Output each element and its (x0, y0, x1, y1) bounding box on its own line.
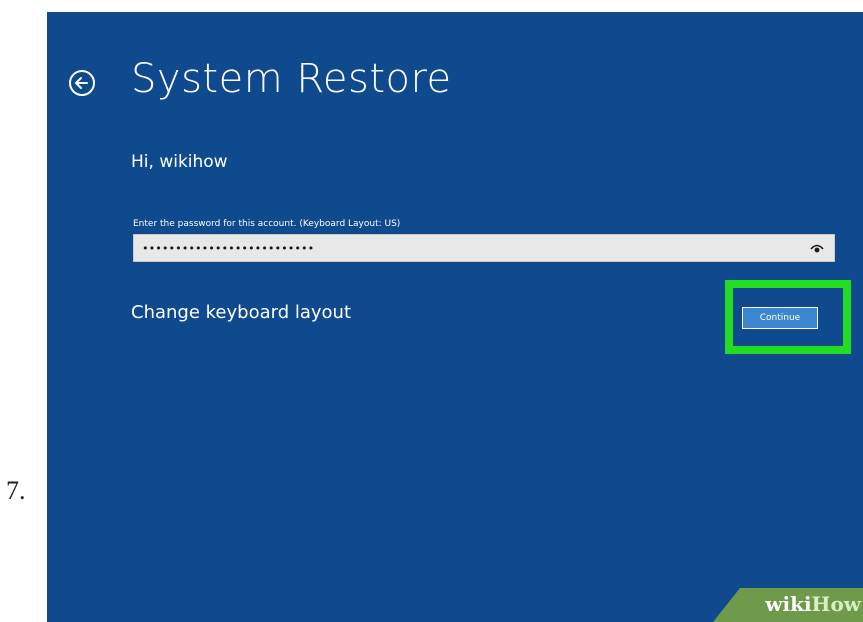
continue-button[interactable]: Continue (742, 307, 818, 329)
step-number: 7. (6, 476, 26, 505)
user-greeting: Hi, wikihow (131, 152, 228, 172)
reveal-password-button[interactable] (804, 235, 830, 261)
watermark-logo: wikiHow (765, 592, 861, 616)
back-arrow-icon (69, 70, 95, 96)
password-label: Enter the password for this account. (Ke… (133, 219, 401, 229)
continue-highlight-box: Continue (725, 280, 851, 354)
password-input[interactable] (134, 235, 804, 261)
wikihow-watermark: wikiHow (703, 582, 863, 622)
eye-icon (810, 244, 824, 253)
back-button[interactable] (67, 68, 97, 98)
system-restore-screen: System Restore Hi, wikihow Enter the pas… (47, 12, 863, 622)
watermark-wiki: wiki (765, 592, 812, 616)
change-keyboard-layout-link[interactable]: Change keyboard layout (131, 302, 351, 323)
watermark-how: How (811, 592, 861, 616)
page-title: System Restore (131, 56, 452, 102)
password-field-container (133, 234, 835, 262)
